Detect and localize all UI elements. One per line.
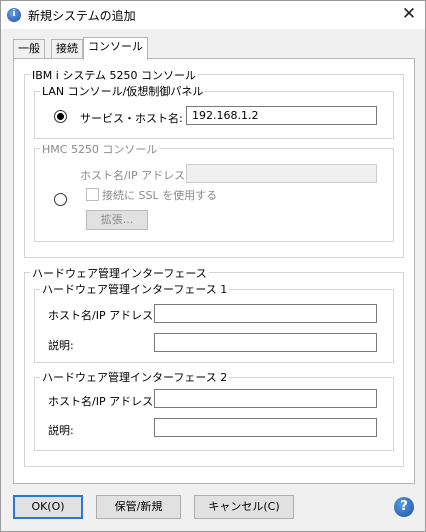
hw-if1-desc-label: 説明: [48, 339, 74, 352]
hmc-host-input[interactable] [186, 164, 377, 183]
tab-general[interactable]: 一般 [13, 39, 45, 59]
app-icon: i [7, 8, 21, 22]
lan-console-radio[interactable] [54, 110, 67, 123]
lan-console-title: LAN コンソール/仮想制御パネル [40, 83, 206, 99]
ssl-checkbox[interactable] [86, 188, 99, 201]
title-bar: i 新規システムの追加 ✕ [1, 1, 425, 29]
hw-if2-desc-label: 説明: [48, 424, 74, 437]
hmc-console-radio[interactable] [54, 193, 67, 206]
console-tab-panel: IBM i システム 5250 コンソール LAN コンソール/仮想制御パネル … [13, 58, 415, 484]
hw-if1-host-input[interactable] [154, 304, 377, 323]
save-new-button[interactable]: 保管/新規 [96, 495, 181, 519]
hmc-console-title: HMC 5250 コンソール [40, 141, 160, 157]
hw-if1-host-label: ホスト名/IP アドレス: [48, 309, 157, 322]
hw-mgmt-title: ハードウェア管理インターフェース [30, 265, 209, 281]
cancel-button[interactable]: キャンセル(C) [194, 495, 294, 519]
tab-console[interactable]: コンソール [83, 37, 148, 60]
hw-if2-title: ハードウェア管理インターフェース 2 [40, 369, 230, 385]
ssl-label: 接続に SSL を使用する [102, 189, 218, 202]
service-host-input[interactable]: 192.168.1.2 [186, 106, 377, 125]
tab-connection[interactable]: 接続 [51, 39, 83, 59]
close-button[interactable]: ✕ [395, 3, 423, 27]
hw-if2-host-input[interactable] [154, 389, 377, 408]
service-host-label: サービス・ホスト名: [80, 112, 183, 125]
window-title: 新規システムの追加 [28, 9, 136, 23]
console-group-title: IBM i システム 5250 コンソール [30, 67, 198, 83]
help-icon[interactable]: ? [394, 497, 414, 517]
hw-if1-desc-input[interactable] [154, 333, 377, 352]
hmc-host-label: ホスト名/IP アドレス: [80, 169, 189, 182]
ok-button[interactable]: OK(O) [13, 495, 83, 519]
hw-if2-host-label: ホスト名/IP アドレス: [48, 395, 157, 408]
hw-if2-desc-input[interactable] [154, 418, 377, 437]
hw-if1-title: ハードウェア管理インターフェース 1 [40, 281, 230, 297]
dialog-window: i 新規システムの追加 ✕ 一般 接続 コンソール IBM i システム 525… [0, 0, 426, 532]
extend-button[interactable]: 拡張... [86, 210, 148, 230]
